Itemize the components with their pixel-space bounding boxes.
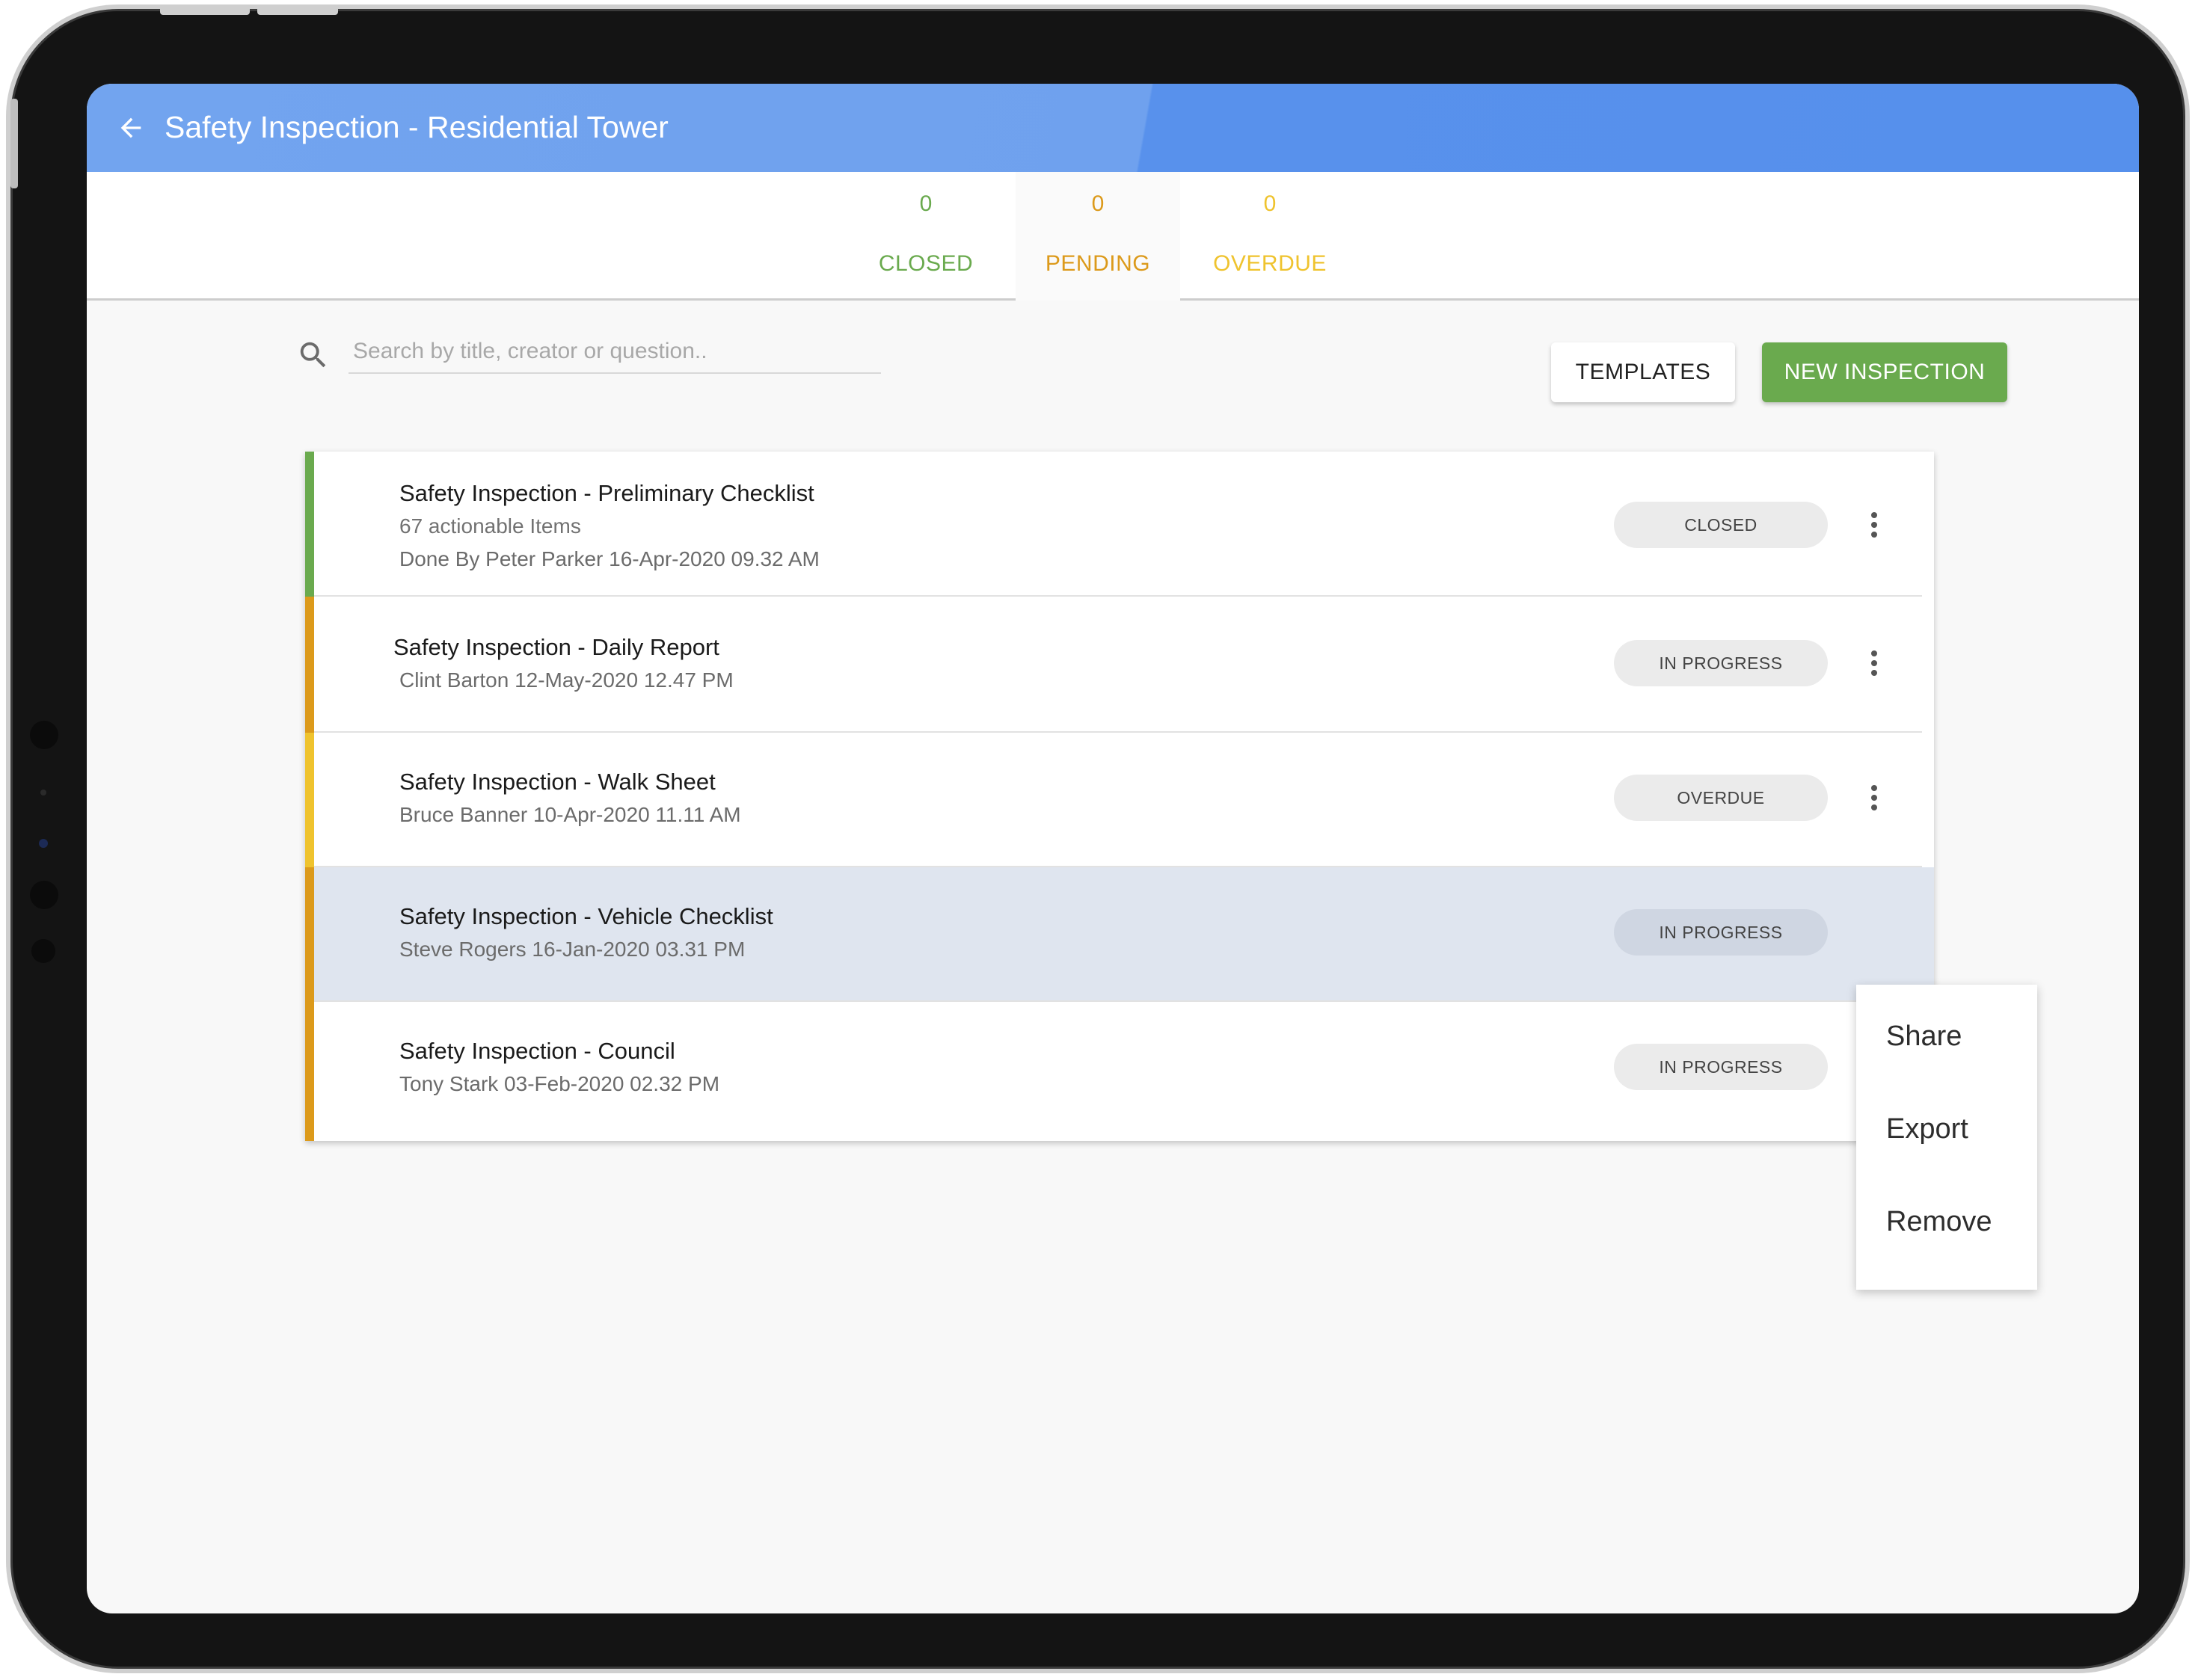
- more-vert-icon: [1871, 512, 1877, 538]
- search-input[interactable]: [349, 330, 881, 374]
- search-icon[interactable]: [296, 338, 331, 372]
- more-vert-icon: [1871, 650, 1877, 676]
- status-badge: OVERDUE: [1614, 775, 1828, 821]
- inspection-title: Safety Inspection - Daily Report: [393, 634, 719, 660]
- status-badge: CLOSED: [1614, 502, 1828, 548]
- templates-button[interactable]: TEMPLATES: [1551, 342, 1735, 402]
- inspection-title: Safety Inspection - Council: [399, 1038, 675, 1064]
- new-inspection-button[interactable]: NEW INSPECTION: [1762, 342, 2007, 402]
- app-screen: Safety Inspection - Residential Tower 0 …: [87, 84, 2139, 1613]
- status-accent-bar: [305, 867, 314, 1002]
- status-accent-bar: [305, 733, 314, 867]
- status-badge: IN PROGRESS: [1614, 640, 1828, 686]
- inspection-meta: Tony Stark 03-Feb-2020 02.32 PM: [399, 1072, 720, 1095]
- side-sensor: [31, 939, 55, 963]
- list-item[interactable]: Safety Inspection - Preliminary Checklis…: [305, 452, 1934, 597]
- stat-count: 0: [919, 191, 933, 216]
- menu-item-share[interactable]: Share: [1856, 994, 2037, 1086]
- menu-item-export[interactable]: Export: [1856, 1086, 2037, 1179]
- menu-item-remove[interactable]: Remove: [1856, 1179, 2037, 1272]
- stat-label: CLOSED: [878, 251, 974, 276]
- side-sensor: [30, 721, 58, 749]
- list-item[interactable]: Safety Inspection - Council Tony Stark 0…: [305, 1002, 1934, 1141]
- stat-label: PENDING: [1045, 251, 1151, 276]
- status-accent-bar: [305, 452, 314, 597]
- back-button[interactable]: [108, 105, 154, 151]
- inspection-meta: Done By Peter Parker 16-Apr-2020 09.32 A…: [399, 547, 820, 570]
- menu-item-label: Share: [1886, 1021, 1962, 1052]
- arrow-left-icon: [120, 117, 141, 138]
- status-accent-bar: [305, 1002, 314, 1141]
- menu-item-label: Remove: [1886, 1206, 1992, 1237]
- stat-closed[interactable]: 0 CLOSED: [844, 172, 1008, 301]
- stat-overdue[interactable]: 0 OVERDUE: [1188, 172, 1352, 301]
- more-options-button[interactable]: [1859, 502, 1889, 548]
- stat-label: OVERDUE: [1213, 251, 1327, 276]
- search-bar: [296, 330, 881, 375]
- menu-item-label: Export: [1886, 1113, 1968, 1145]
- status-badge: IN PROGRESS: [1614, 1044, 1828, 1090]
- stat-count: 0: [1091, 191, 1105, 216]
- status-summary: 0 CLOSED 0 PENDING 0 OVERDUE: [87, 172, 2139, 301]
- status-accent-bar: [305, 597, 314, 733]
- stat-pending[interactable]: 0 PENDING: [1016, 172, 1180, 301]
- inspection-title: Safety Inspection - Walk Sheet: [399, 769, 716, 795]
- status-badge: IN PROGRESS: [1614, 909, 1828, 956]
- list-item[interactable]: Safety Inspection - Walk Sheet Bruce Ban…: [305, 733, 1934, 867]
- inspection-list: Safety Inspection - Preliminary Checklis…: [305, 452, 1934, 1141]
- page-title: Safety Inspection - Residential Tower: [165, 110, 669, 144]
- camera-lens: [39, 839, 48, 848]
- app-bar: Safety Inspection - Residential Tower: [87, 84, 2139, 172]
- list-item[interactable]: Safety Inspection - Daily Report Clint B…: [305, 597, 1934, 733]
- tablet-frame: Safety Inspection - Residential Tower 0 …: [6, 4, 2190, 1673]
- context-menu: Share Export Remove: [1856, 985, 2037, 1290]
- inspection-meta: Bruce Banner 10-Apr-2020 11.11 AM: [399, 803, 741, 826]
- more-options-button[interactable]: [1859, 775, 1889, 821]
- volume-button: [160, 9, 250, 15]
- stat-count: 0: [1263, 191, 1277, 216]
- side-sensor: [40, 790, 46, 796]
- side-sensor: [30, 881, 58, 909]
- inspection-title: Safety Inspection - Preliminary Checklis…: [399, 480, 814, 506]
- more-options-button[interactable]: [1859, 640, 1889, 686]
- inspection-subtitle: 67 actionable Items: [399, 514, 581, 538]
- inspection-meta: Clint Barton 12-May-2020 12.47 PM: [399, 668, 734, 692]
- inspection-title: Safety Inspection - Vehicle Checklist: [399, 903, 773, 929]
- list-item-selected[interactable]: Safety Inspection - Vehicle Checklist St…: [305, 867, 1934, 1002]
- side-button: [10, 99, 18, 188]
- power-button: [257, 9, 338, 15]
- inspection-meta: Steve Rogers 16-Jan-2020 03.31 PM: [399, 938, 746, 961]
- more-vert-icon: [1871, 785, 1877, 810]
